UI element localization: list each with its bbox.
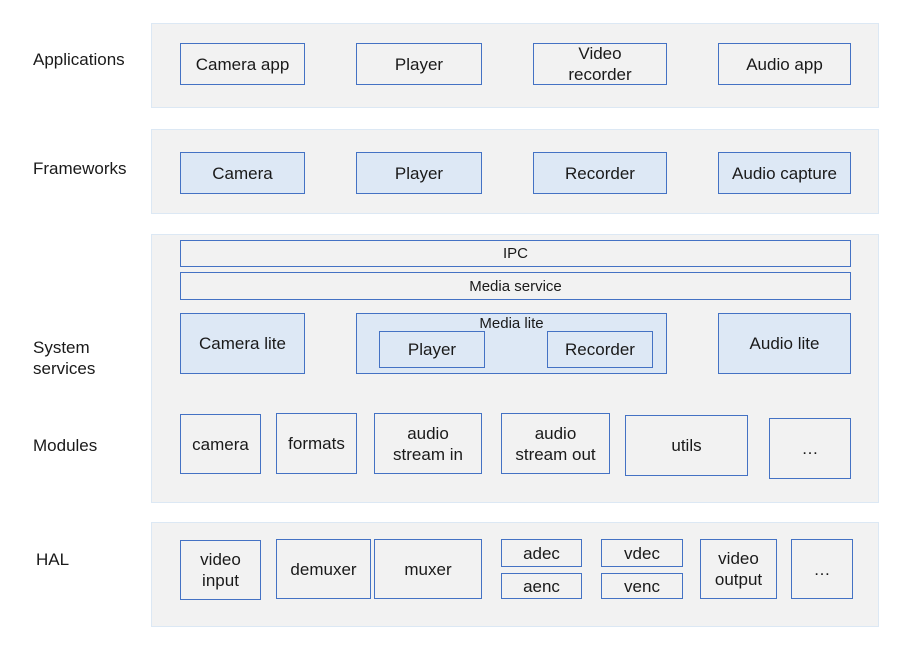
camera-app-box: Camera app — [180, 43, 305, 85]
architecture-diagram: Applications Frameworks System services … — [0, 0, 918, 650]
recorder-framework-box: Recorder — [533, 152, 667, 194]
layer-label-frameworks: Frameworks — [33, 159, 127, 178]
video-recorder-app-box: Video recorder — [533, 43, 667, 85]
demuxer-hal-box: demuxer — [276, 539, 371, 599]
layer-label-hal: HAL — [36, 550, 70, 569]
video-output-hal-box: video output — [700, 539, 777, 599]
audio-capture-framework-box: Audio capture — [718, 152, 851, 194]
muxer-hal-box: muxer — [374, 539, 482, 599]
more-modules-box: … — [769, 418, 851, 479]
adec-hal-box: adec — [501, 539, 582, 567]
layer-label-system-services: System services — [33, 338, 96, 378]
audio-stream-out-module-box: audio stream out — [501, 413, 610, 474]
audio-lite-box: Audio lite — [718, 313, 851, 374]
player-app-box: Player — [356, 43, 482, 85]
audio-app-box: Audio app — [718, 43, 851, 85]
audio-stream-in-module-box: audio stream in — [374, 413, 482, 474]
video-input-hal-box: video input — [180, 540, 261, 600]
camera-lite-box: Camera lite — [180, 313, 305, 374]
layer-label-applications: Applications — [33, 50, 125, 69]
aenc-hal-box: aenc — [501, 573, 582, 599]
media-lite-recorder-box: Recorder — [547, 331, 653, 368]
media-lite-player-box: Player — [379, 331, 485, 368]
venc-hal-box: venc — [601, 573, 683, 599]
more-hal-box: … — [791, 539, 853, 599]
utils-module-box: utils — [625, 415, 748, 476]
formats-module-box: formats — [276, 413, 357, 474]
media-service-box: Media service — [180, 272, 851, 300]
ipc-box: IPC — [180, 240, 851, 267]
vdec-hal-box: vdec — [601, 539, 683, 567]
player-framework-box: Player — [356, 152, 482, 194]
camera-module-box: camera — [180, 414, 261, 474]
layer-label-modules: Modules — [33, 436, 98, 455]
camera-framework-box: Camera — [180, 152, 305, 194]
